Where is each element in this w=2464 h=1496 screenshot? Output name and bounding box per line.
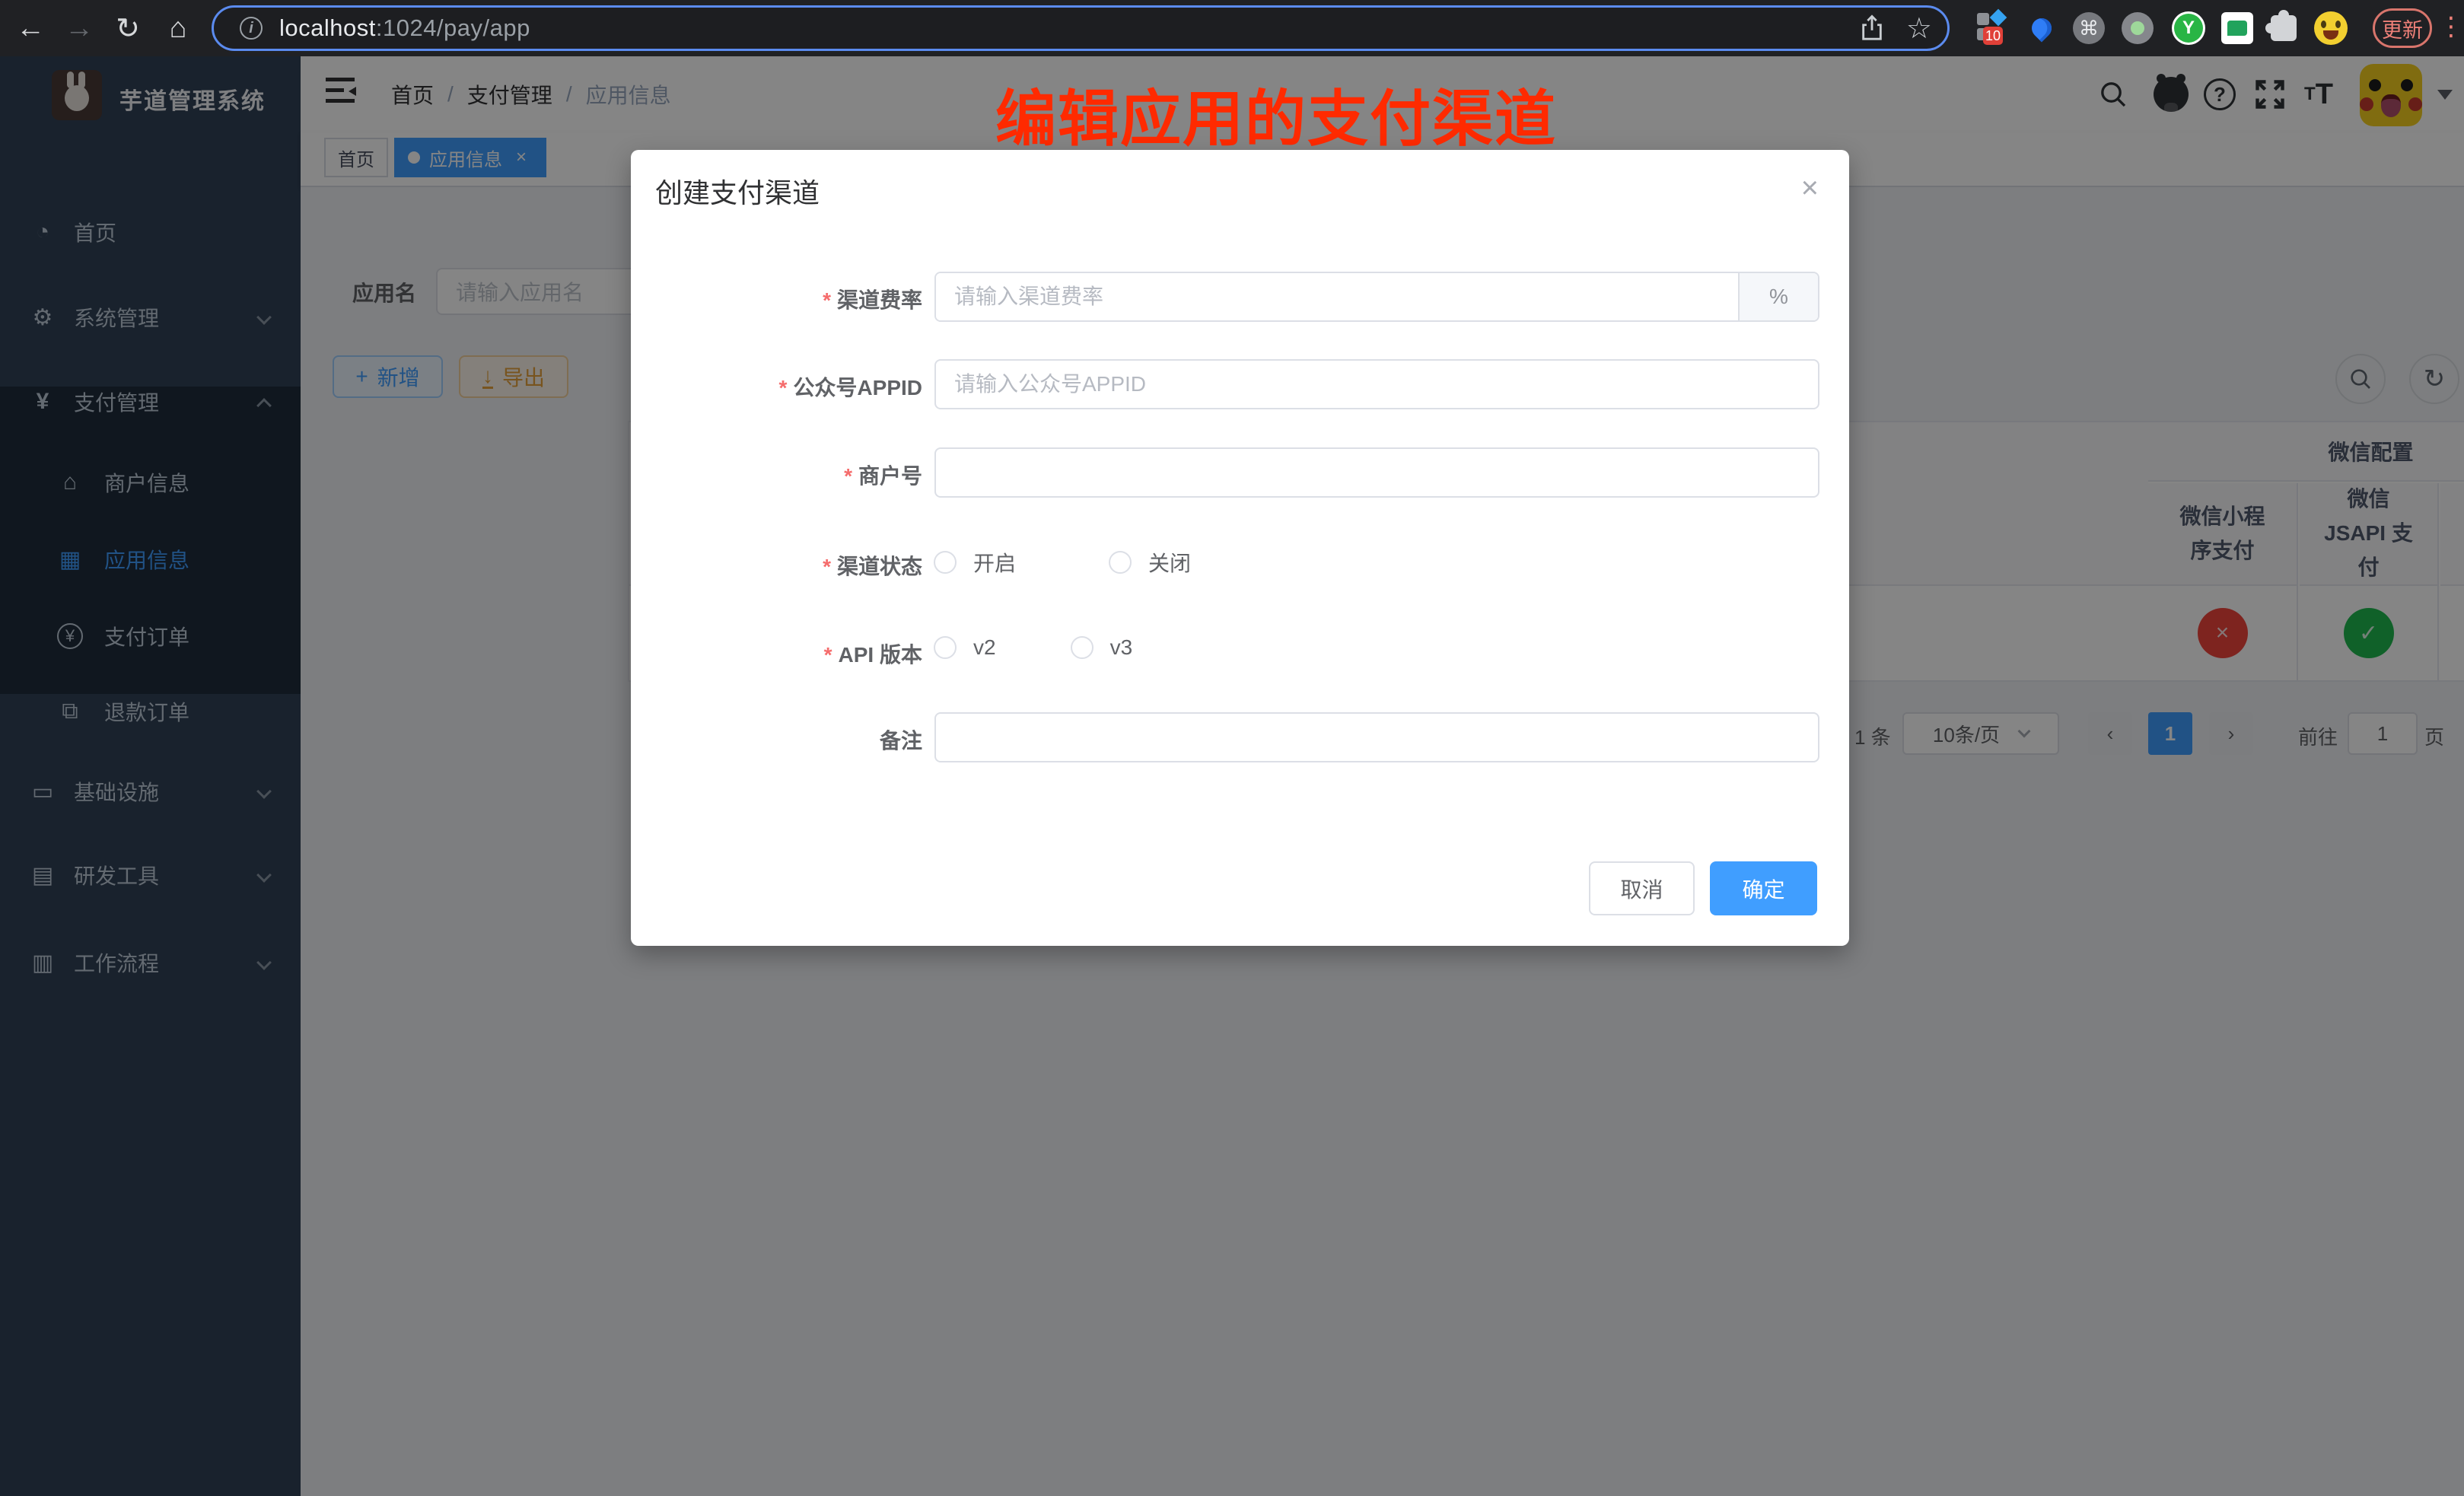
api-radio-group: v2 v3 (934, 635, 1132, 660)
browser-menu-icon[interactable]: ⋮ (2438, 11, 2464, 42)
appid-label: *公众号APPID (631, 371, 922, 402)
url-text[interactable]: localhost:1024/pay/app (279, 14, 530, 42)
screen: ← → ↻ ⌂ i localhost:1024/pay/app ☆ 10 (0, 0, 2464, 1496)
rate-label: *渠道费率 (631, 284, 922, 314)
mch-label: *商户号 (631, 460, 922, 490)
extension-pin-icon[interactable] (2025, 11, 2058, 45)
status-label: *渠道状态 (631, 550, 922, 581)
share-icon[interactable] (1859, 14, 1885, 43)
api-label: *API 版本 (631, 638, 922, 669)
browser-forward-button[interactable]: → (58, 0, 100, 56)
browser-home-button[interactable]: ⌂ (157, 0, 199, 56)
browser-chrome: ← → ↻ ⌂ i localhost:1024/pay/app ☆ 10 (0, 0, 2464, 56)
browser-back-button[interactable]: ← (9, 0, 52, 56)
confirm-button[interactable]: 确定 (1710, 861, 1817, 915)
radio-status-closed[interactable] (1109, 551, 1132, 574)
annotation-text: 编辑应用的支付渠道 (995, 70, 1557, 158)
extensions-puzzle-icon[interactable] (2267, 11, 2300, 45)
radio-status-open[interactable] (934, 551, 957, 574)
mch-input[interactable] (934, 447, 1819, 498)
remark-input[interactable] (934, 712, 1819, 762)
status-radio-group: 开启 关闭 (934, 547, 1191, 578)
extension-recorder-icon[interactable] (2121, 11, 2154, 45)
create-channel-dialog: 创建支付渠道 × *渠道费率 % *公众号APPID *商户号 *渠道状态 开启… (631, 150, 1849, 946)
percent-append: % (1738, 273, 1818, 320)
extension-tango-icon[interactable]: 10 (1975, 11, 2009, 45)
radio-api-v2[interactable] (934, 636, 957, 659)
remark-label: 备注 (631, 724, 922, 755)
extension-command-icon[interactable]: ⌘ (2072, 11, 2106, 45)
rate-input[interactable] (936, 273, 1738, 320)
dialog-close-icon[interactable]: × (1801, 173, 1819, 203)
radio-api-v3[interactable] (1071, 636, 1094, 659)
extension-chat-icon[interactable] (2220, 11, 2254, 45)
site-info-icon[interactable]: i (240, 17, 263, 40)
extension-y-icon[interactable]: Y (2172, 11, 2205, 45)
rate-input-group: % (934, 272, 1819, 322)
bookmark-star-icon[interactable]: ☆ (1906, 11, 1932, 46)
browser-update-button[interactable]: 更新 (2373, 8, 2432, 48)
appid-input[interactable] (934, 359, 1819, 409)
address-bar[interactable]: i localhost:1024/pay/app ☆ (212, 5, 1950, 51)
extension-badge: 10 (1983, 27, 2003, 45)
profile-avatar-icon[interactable] (2314, 11, 2348, 45)
dialog-title: 创建支付渠道 (655, 171, 820, 211)
cancel-button[interactable]: 取消 (1589, 861, 1695, 915)
browser-reload-button[interactable]: ↻ (107, 0, 149, 56)
